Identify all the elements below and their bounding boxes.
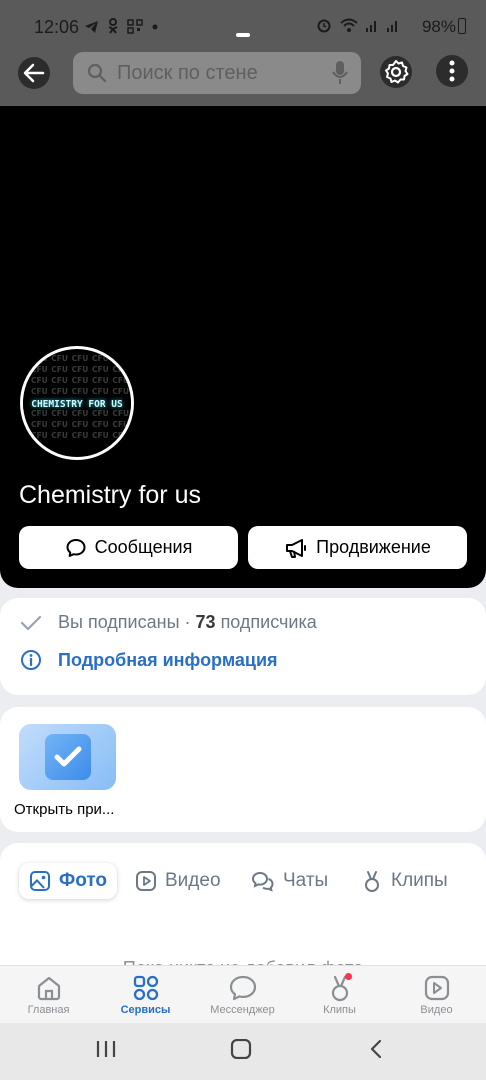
nav-messenger-label: Мессенджер <box>210 1004 275 1016</box>
home-system-button[interactable] <box>230 1039 252 1059</box>
tab-clips[interactable]: Клипы <box>361 863 448 899</box>
bottom-navigation: Главная Сервисы Мессенджер Клипы Видео <box>0 965 486 1023</box>
services-icon <box>133 975 158 1001</box>
battery-level: 98% <box>421 17 456 36</box>
tab-chats[interactable]: Чаты <box>251 863 328 899</box>
wifi-icon <box>339 18 358 32</box>
more-button[interactable] <box>436 55 468 87</box>
tab-clips-label: Клипы <box>391 870 448 891</box>
group-avatar[interactable]: CFU CFU CFU CFU CFU CFU CFU CFU CFU CFU … <box>20 346 134 460</box>
details-label: Подробная информация <box>58 649 278 670</box>
subscription-status[interactable]: Вы подписаны · 73 подписчика <box>20 612 317 633</box>
odnoklassniki-icon <box>108 18 118 34</box>
subscription-text: Вы подписаны · 73 подписчика <box>58 612 317 632</box>
back-system-button[interactable] <box>368 1039 384 1059</box>
subscribers-count: 73 <box>195 612 216 632</box>
qr-icon <box>127 19 144 34</box>
nav-services[interactable]: Сервисы <box>97 972 194 1016</box>
dot-icon <box>152 24 158 30</box>
telegram-icon <box>85 21 98 33</box>
nav-clips-label: Клипы <box>323 1004 356 1016</box>
clips-icon <box>365 871 379 892</box>
video-icon <box>424 975 449 1001</box>
tab-video[interactable]: Видео <box>135 863 221 899</box>
more-vertical-icon <box>449 60 455 82</box>
photo-icon <box>30 871 50 891</box>
nav-home-label: Главная <box>27 1004 70 1016</box>
camera-pill <box>236 33 250 37</box>
chevron-left-icon <box>370 1039 382 1059</box>
microphone-icon[interactable] <box>331 60 349 86</box>
tab-chats-label: Чаты <box>283 870 329 891</box>
search-icon <box>87 63 107 83</box>
search-input[interactable]: Поиск по стене <box>73 52 361 94</box>
system-navigation-bar <box>0 1023 486 1080</box>
back-button[interactable] <box>18 57 50 89</box>
alarm-icon <box>317 19 331 33</box>
nav-video-label: Видео <box>420 1004 453 1016</box>
tab-video-label: Видео <box>165 870 221 891</box>
home-circle-icon <box>230 1039 252 1059</box>
notification-dot <box>345 973 352 980</box>
search-placeholder: Поиск по стене <box>117 62 258 84</box>
content-tabs-card: Фото Видео Чаты Клипы Пока никто не доба… <box>0 843 486 983</box>
messenger-icon <box>229 975 256 1001</box>
recent-apps-icon <box>96 1041 116 1057</box>
promotion-button[interactable]: Продвижение <box>248 526 467 569</box>
arrow-left-icon <box>23 63 45 83</box>
nav-home[interactable]: Главная <box>0 972 97 1016</box>
nav-services-label: Сервисы <box>120 1004 171 1016</box>
avatar-logo-text: CHEMISTRY FOR US <box>23 399 131 410</box>
signal-icon <box>365 21 376 32</box>
messages-button[interactable]: Сообщения <box>19 526 238 569</box>
chats-icon <box>251 871 274 892</box>
group-info-card: Вы подписаны · 73 подписчика Подробная и… <box>0 598 486 695</box>
details-link[interactable]: Подробная информация <box>20 649 278 671</box>
gear-icon <box>385 60 409 84</box>
promotion-label: Продвижение <box>316 537 431 557</box>
tab-photo-label: Фото <box>59 870 108 891</box>
app-label: Открыть при... <box>14 801 115 818</box>
group-cover: CFU CFU CFU CFU CFU CFU CFU CFU CFU CFU … <box>0 106 486 588</box>
status-left-icons <box>84 18 158 38</box>
app-check-icon <box>44 734 91 780</box>
recent-apps-button[interactable] <box>95 1039 117 1059</box>
nav-messenger[interactable]: Мессенджер <box>194 972 291 1016</box>
nav-clips[interactable]: Клипы <box>291 972 388 1016</box>
settings-button[interactable] <box>380 56 412 88</box>
status-right-icons <box>316 17 400 37</box>
megaphone-icon <box>286 538 307 558</box>
video-icon <box>136 871 156 891</box>
app-tile[interactable] <box>19 724 116 790</box>
apps-card: Открыть при... <box>0 707 486 832</box>
group-name: Chemistry for us <box>19 481 201 509</box>
status-time: 12:06 <box>34 17 80 37</box>
battery-icon <box>458 18 466 34</box>
top-bar: Поиск по стене <box>0 40 486 106</box>
messages-label: Сообщения <box>94 537 193 557</box>
checkmark-icon <box>20 615 42 630</box>
tab-photo[interactable]: Фото <box>19 863 118 899</box>
home-icon <box>37 976 60 1001</box>
info-icon <box>21 650 41 670</box>
signal-icon <box>387 21 397 32</box>
nav-video[interactable]: Видео <box>388 972 485 1016</box>
message-icon <box>66 538 86 557</box>
